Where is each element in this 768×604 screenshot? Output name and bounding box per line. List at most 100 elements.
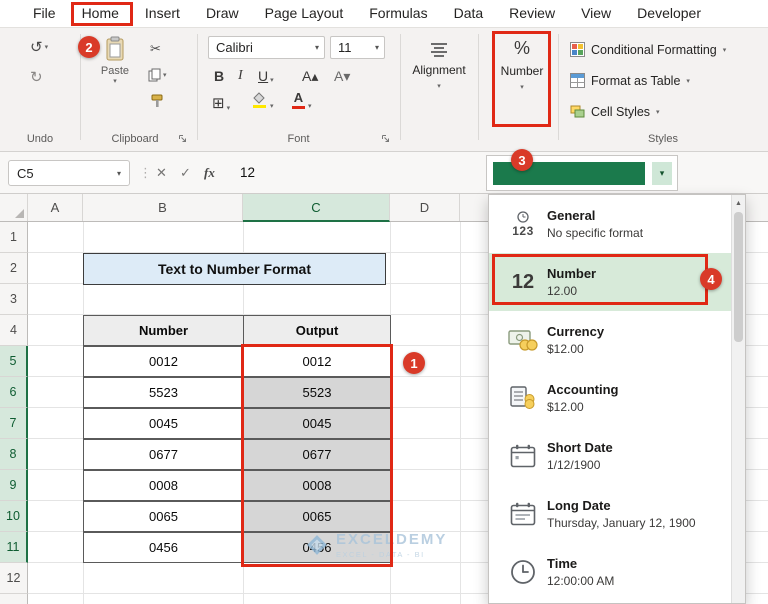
row-header-3[interactable]: 3 — [0, 284, 28, 315]
format-as-table-button[interactable]: Format as Table ▾ — [570, 73, 690, 88]
row-header-12[interactable]: 12 — [0, 563, 28, 594]
format-option-short-date[interactable]: Short Date 1/12/1900 — [489, 427, 732, 485]
tab-data[interactable]: Data — [441, 0, 497, 27]
tab-page-layout[interactable]: Page Layout — [252, 0, 357, 27]
format-option-time[interactable]: Time 12:00:00 AM — [489, 543, 732, 601]
tab-insert[interactable]: Insert — [132, 0, 193, 27]
row-header-5[interactable]: 5 — [0, 346, 28, 377]
number-group-label: Number — [500, 64, 544, 78]
select-all-button[interactable] — [0, 194, 28, 221]
row-header-6[interactable]: 6 — [0, 377, 28, 408]
font-name-combobox[interactable]: Calibri ▾ — [208, 36, 325, 59]
table-header-number[interactable]: Number — [83, 315, 244, 346]
row-header-4[interactable]: 4 — [0, 315, 28, 346]
format-painter-button[interactable] — [150, 94, 164, 108]
cell-c7[interactable]: 0045 — [243, 408, 391, 439]
fill-color-button[interactable] — [252, 92, 266, 108]
column-header-d[interactable]: D — [390, 194, 460, 221]
name-box[interactable]: C5 ▾ — [8, 160, 130, 186]
cell-c8[interactable]: 0677 — [243, 439, 391, 470]
row-header-7[interactable]: 7 — [0, 408, 28, 439]
row-header-1[interactable]: 1 — [0, 222, 28, 253]
font-color-button[interactable]: A — [292, 90, 305, 109]
alignment-icon — [431, 43, 447, 57]
cell-c10[interactable]: 0065 — [243, 501, 391, 532]
borders-button[interactable]: ⊞ ▾ — [212, 94, 230, 112]
tab-file[interactable]: File — [20, 0, 69, 27]
row-header-9[interactable]: 9 — [0, 470, 28, 501]
tab-draw[interactable]: Draw — [193, 0, 252, 27]
format-option-label: Accounting — [547, 382, 619, 397]
format-option-general[interactable]: 123 General No specific format — [489, 195, 732, 253]
row-header-8[interactable]: 8 — [0, 439, 28, 470]
cell-b5[interactable]: 0012 — [83, 346, 244, 377]
dropdown-scrollbar[interactable]: ▲ — [731, 195, 745, 603]
font-dialog-launcher-icon[interactable] — [381, 134, 390, 143]
sheet-title-cell[interactable]: Text to Number Format — [83, 253, 386, 285]
tab-developer[interactable]: Developer — [624, 0, 714, 27]
copy-button[interactable]: ▾ — [148, 68, 167, 82]
scroll-up-icon[interactable]: ▲ — [732, 195, 745, 211]
font-name-value: Calibri — [216, 40, 253, 55]
undo-group-label: Undo — [26, 133, 54, 145]
cell-styles-button[interactable]: Cell Styles ▾ — [570, 104, 660, 119]
tab-home[interactable]: Home — [69, 0, 132, 27]
font-size-combobox[interactable]: 11 ▾ — [330, 36, 385, 59]
clipboard-dialog-launcher-icon[interactable] — [178, 134, 187, 143]
group-divider — [400, 34, 401, 140]
chevron-down-icon[interactable]: ▾ — [652, 162, 672, 185]
paste-clipboard-icon — [106, 36, 124, 61]
chevron-down-icon: ▾ — [308, 103, 312, 110]
decrease-font-size-button[interactable]: A▾ — [334, 68, 350, 85]
format-option-label: Long Date — [547, 498, 611, 513]
undo-button[interactable]: ↺ ▾ — [30, 40, 48, 55]
format-option-sample: $12.00 — [547, 342, 584, 356]
alignment-label: Alignment — [412, 63, 466, 77]
table-header-output[interactable]: Output — [243, 315, 391, 346]
cut-button[interactable]: ✂ — [150, 42, 161, 55]
paste-label: Paste — [100, 65, 130, 77]
format-option-currency[interactable]: Currency $12.00 — [489, 311, 732, 369]
italic-button[interactable]: I — [238, 68, 243, 84]
cell-b7[interactable]: 0045 — [83, 408, 244, 439]
column-header-a[interactable]: A — [28, 194, 83, 221]
row-header-11[interactable]: 11 — [0, 532, 28, 563]
increase-font-size-button[interactable]: A▴ — [302, 68, 318, 85]
cell-b10[interactable]: 0065 — [83, 501, 244, 532]
row-header-2[interactable]: 2 — [0, 253, 28, 284]
tab-formulas[interactable]: Formulas — [356, 0, 440, 27]
format-option-sample: 12:00:00 AM — [547, 574, 615, 588]
alignment-group-button[interactable]: Alignment ▾ — [402, 42, 476, 90]
chevron-down-icon: ▾ — [656, 108, 660, 116]
cell-b8[interactable]: 0677 — [83, 439, 244, 470]
cell-c5[interactable]: 0012 — [243, 346, 391, 377]
cancel-button[interactable]: ✕ — [156, 165, 167, 181]
enter-button[interactable]: ✓ — [180, 165, 191, 181]
format-option-long-date[interactable]: Long Date Thursday, January 12, 1900 — [489, 485, 732, 543]
conditional-formatting-button[interactable]: Conditional Formatting ▾ — [570, 42, 726, 57]
number-group-button[interactable]: % Number ▾ — [494, 38, 550, 91]
clipboard-group-label: Clipboard — [111, 133, 159, 145]
format-option-accounting[interactable]: Accounting $12.00 — [489, 369, 732, 427]
column-header-b[interactable]: B — [83, 194, 243, 221]
tab-review[interactable]: Review — [496, 0, 568, 27]
row-header-10[interactable]: 10 — [0, 501, 28, 532]
cell-c6[interactable]: 5523 — [243, 377, 391, 408]
redo-button[interactable]: ↻ — [30, 70, 43, 85]
insert-function-button[interactable]: fx — [204, 165, 215, 181]
scrollbar-thumb[interactable] — [734, 212, 743, 342]
cell-c9[interactable]: 0008 — [243, 470, 391, 501]
underline-button[interactable]: U ▾ — [258, 68, 274, 84]
column-header-c[interactable]: C — [243, 194, 390, 222]
row-header-13[interactable] — [0, 594, 28, 604]
format-option-number[interactable]: 12 Number 12.00 — [489, 253, 732, 311]
cell-b9[interactable]: 0008 — [83, 470, 244, 501]
tab-view[interactable]: View — [568, 0, 624, 27]
chevron-down-icon: ▾ — [116, 168, 121, 178]
bold-button[interactable]: B — [214, 68, 224, 84]
format-as-table-icon — [570, 73, 585, 88]
italic-icon: I — [238, 68, 243, 83]
cell-b6[interactable]: 5523 — [83, 377, 244, 408]
cell-b11[interactable]: 0456 — [83, 532, 244, 563]
formula-input[interactable]: 12 — [240, 165, 255, 180]
